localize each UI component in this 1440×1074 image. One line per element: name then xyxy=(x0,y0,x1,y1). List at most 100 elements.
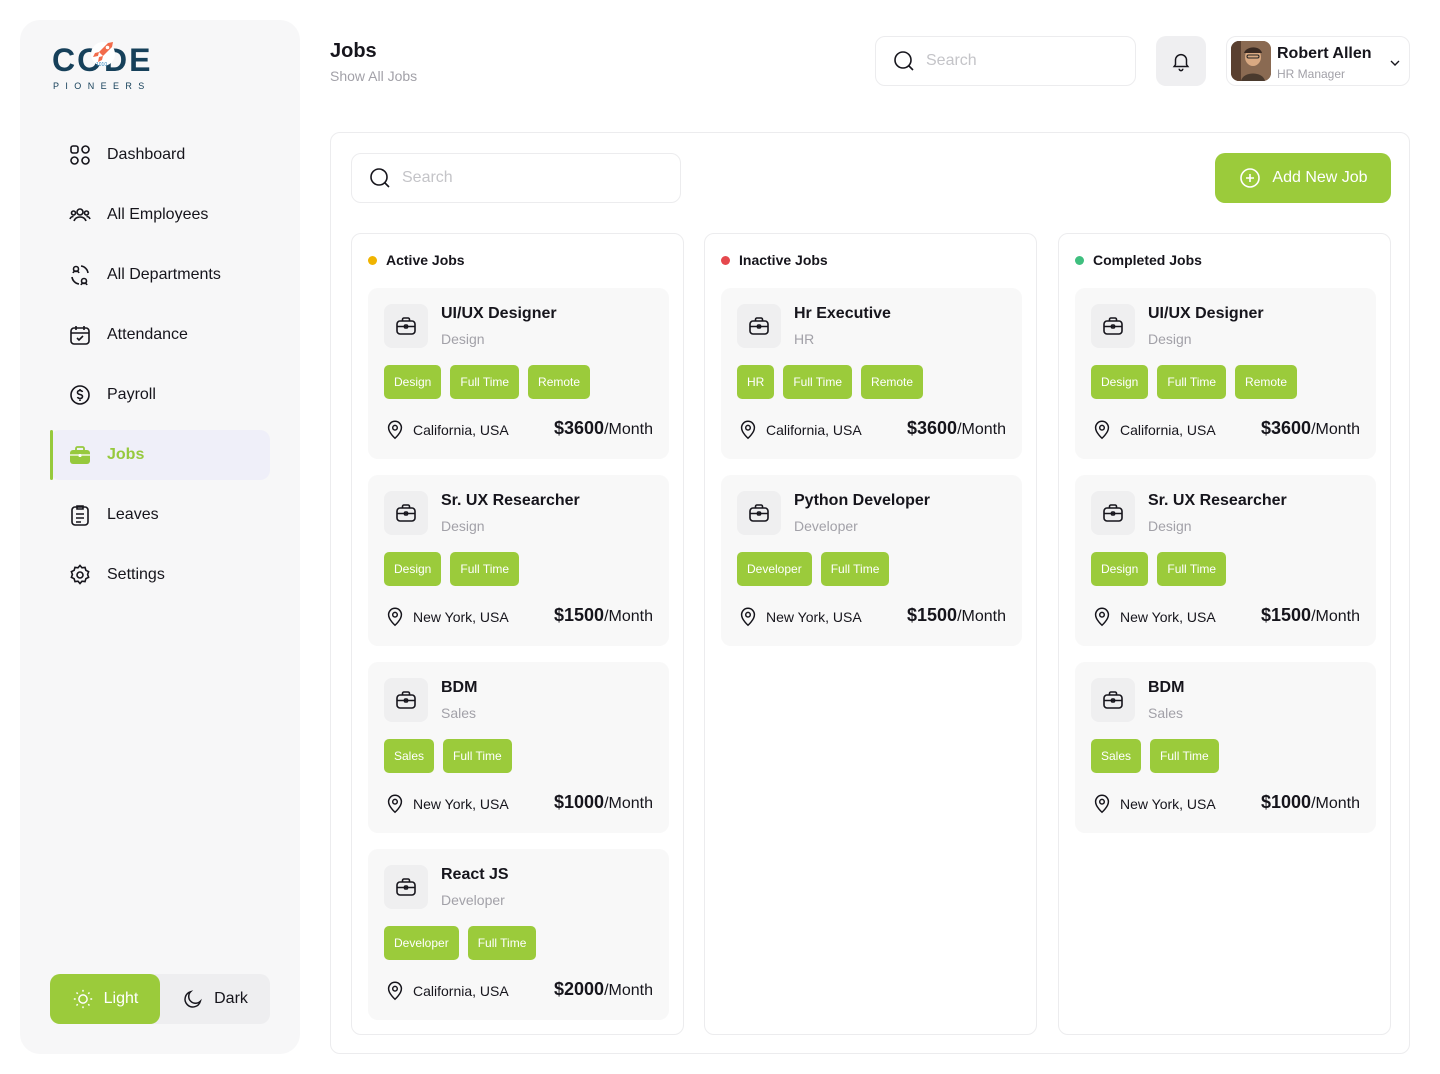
column-header: Active Jobs xyxy=(368,252,465,268)
briefcase-icon xyxy=(737,491,781,535)
page-subtitle: Show All Jobs xyxy=(330,68,418,84)
salary-period: /Month xyxy=(604,608,653,625)
job-location: New York, USA xyxy=(1091,606,1216,628)
job-title: React JS xyxy=(441,866,509,883)
job-salary: $3600/Month xyxy=(907,418,1006,439)
job-salary: $3600/Month xyxy=(554,418,653,439)
rocket-badge-text: 1010 xyxy=(96,62,107,68)
location-text: California, USA xyxy=(413,983,509,999)
job-card[interactable]: Python Developer Developer Developer Full T… xyxy=(721,475,1022,646)
job-salary: $2000/Month xyxy=(554,979,653,1000)
jobs-search xyxy=(351,153,681,203)
job-salary: $1500/Month xyxy=(1261,605,1360,626)
dark-theme-label: Dark xyxy=(214,990,248,1007)
sidebar-item-leaves[interactable]: Leaves xyxy=(50,490,270,540)
job-card[interactable]: Sr. UX Researcher Design Design Full Time Ne… xyxy=(1075,475,1376,646)
job-department: Design xyxy=(441,518,485,534)
moon-icon xyxy=(184,990,202,1008)
light-theme-label: Light xyxy=(103,990,139,1007)
location-text: California, USA xyxy=(766,422,862,438)
job-location: New York, USA xyxy=(384,606,509,628)
location-pin-icon xyxy=(384,980,413,1002)
global-search xyxy=(875,36,1136,86)
add-new-job-button[interactable]: Add New Job xyxy=(1215,153,1391,203)
job-tag: Full Time xyxy=(1157,365,1227,399)
job-tag: Full Time xyxy=(467,926,537,960)
departments-icon xyxy=(68,263,92,287)
status-dot xyxy=(721,255,730,265)
sidebar-item-jobs[interactable]: Jobs xyxy=(50,430,270,480)
job-card[interactable]: Sr. UX Researcher Design Design Full Time Ne… xyxy=(368,475,669,646)
salary-period: /Month xyxy=(604,982,653,999)
sidebar-item-dashboard[interactable]: Dashboard xyxy=(50,130,270,180)
location-pin-icon xyxy=(1091,419,1120,441)
job-salary: $1500/Month xyxy=(907,605,1006,626)
sidebar-item-label: Jobs xyxy=(107,446,145,463)
theme-toggle: Light Dark xyxy=(50,974,270,1024)
inactive-jobs-column: Inactive Jobs Hr Executive HR HR Full Time Re… xyxy=(704,233,1037,1035)
dollar-icon xyxy=(68,383,92,407)
location-text: New York, USA xyxy=(1120,796,1216,812)
completed-jobs-column: Completed Jobs UI/UX Designer Design Design… xyxy=(1058,233,1391,1035)
job-card[interactable]: UI/UX Designer Design Design Full Time Remot… xyxy=(368,288,669,459)
notifications-button[interactable] xyxy=(1156,36,1206,86)
salary-amount: $1000 xyxy=(1261,792,1312,812)
page-title: Jobs xyxy=(330,40,377,62)
briefcase-icon xyxy=(384,304,428,348)
job-tag: Design xyxy=(384,365,442,399)
job-card[interactable]: BDM Sales Sales Full Time New York, USA $1000… xyxy=(1075,662,1376,833)
sidebar-item-label: Settings xyxy=(107,566,165,583)
job-department: Sales xyxy=(1148,705,1184,721)
job-tags: Developer Full Time xyxy=(737,552,898,586)
salary-period: /Month xyxy=(604,421,653,438)
job-tags: Design Full Time xyxy=(1091,552,1235,586)
sidebar-nav: Dashboard All Employees All Departments … xyxy=(50,130,270,610)
location-text: New York, USA xyxy=(1120,609,1216,625)
sidebar-item-all-employees[interactable]: All Employees xyxy=(50,190,270,240)
job-title: Python Developer xyxy=(794,492,931,509)
sidebar-item-attendance[interactable]: Attendance xyxy=(50,310,270,360)
bell-icon xyxy=(1172,53,1190,72)
briefcase-icon xyxy=(384,491,428,535)
search-icon xyxy=(894,51,914,71)
user-profile-menu[interactable]: Robert Allen HR Manager xyxy=(1226,36,1410,86)
briefcase-icon xyxy=(1091,678,1135,722)
light-theme-button[interactable]: Light xyxy=(50,974,160,1024)
job-card[interactable]: UI/UX Designer Design Design Full Time Remot… xyxy=(1075,288,1376,459)
job-title: Hr Executive xyxy=(794,305,891,322)
job-department: Developer xyxy=(441,892,505,908)
job-tags: Sales Full Time xyxy=(1091,739,1228,773)
search-icon xyxy=(370,168,390,188)
job-title: UI/UX Designer xyxy=(441,305,557,322)
job-tag: Design xyxy=(1091,365,1149,399)
jobs-panel: Add New Job Active Jobs UI/UX Designer Des… xyxy=(330,132,1410,1054)
sidebar-item-all-departments[interactable]: All Departments xyxy=(50,250,270,300)
job-tag: Remote xyxy=(861,365,924,399)
add-new-job-label: Add New Job xyxy=(1272,169,1368,186)
salary-period: /Month xyxy=(957,608,1006,625)
global-search-input[interactable] xyxy=(926,52,1106,70)
job-department: HR xyxy=(794,331,815,347)
job-tag: Full Time xyxy=(450,365,520,399)
briefcase-icon xyxy=(384,865,428,909)
salary-period: /Month xyxy=(1311,795,1360,812)
job-tags: Developer Full Time xyxy=(384,926,545,960)
job-tags: HR Full Time Remote xyxy=(737,365,932,399)
sidebar-item-payroll[interactable]: Payroll xyxy=(50,370,270,420)
job-title: Sr. UX Researcher xyxy=(1148,492,1287,509)
briefcase-icon xyxy=(1091,491,1135,535)
status-dot xyxy=(368,255,377,265)
job-department: Design xyxy=(1148,331,1192,347)
sidebar: CODE 1010 PIONEERS Dashboard All Employe… xyxy=(20,20,300,1054)
jobs-search-input[interactable] xyxy=(402,169,582,187)
location-pin-icon xyxy=(737,419,766,441)
job-card[interactable]: React JS Developer Developer Full Time Calif… xyxy=(368,849,669,1020)
dark-theme-button[interactable]: Dark xyxy=(160,974,270,1024)
brand-logo[interactable]: CODE 1010 PIONEERS xyxy=(52,32,160,92)
sidebar-item-settings[interactable]: Settings xyxy=(50,550,270,600)
job-card[interactable]: Hr Executive HR HR Full Time Remote Californi… xyxy=(721,288,1022,459)
briefcase-icon xyxy=(384,678,428,722)
job-tag: Developer xyxy=(384,926,459,960)
location-pin-icon xyxy=(384,606,413,628)
job-card[interactable]: BDM Sales Sales Full Time New York, USA $1000… xyxy=(368,662,669,833)
